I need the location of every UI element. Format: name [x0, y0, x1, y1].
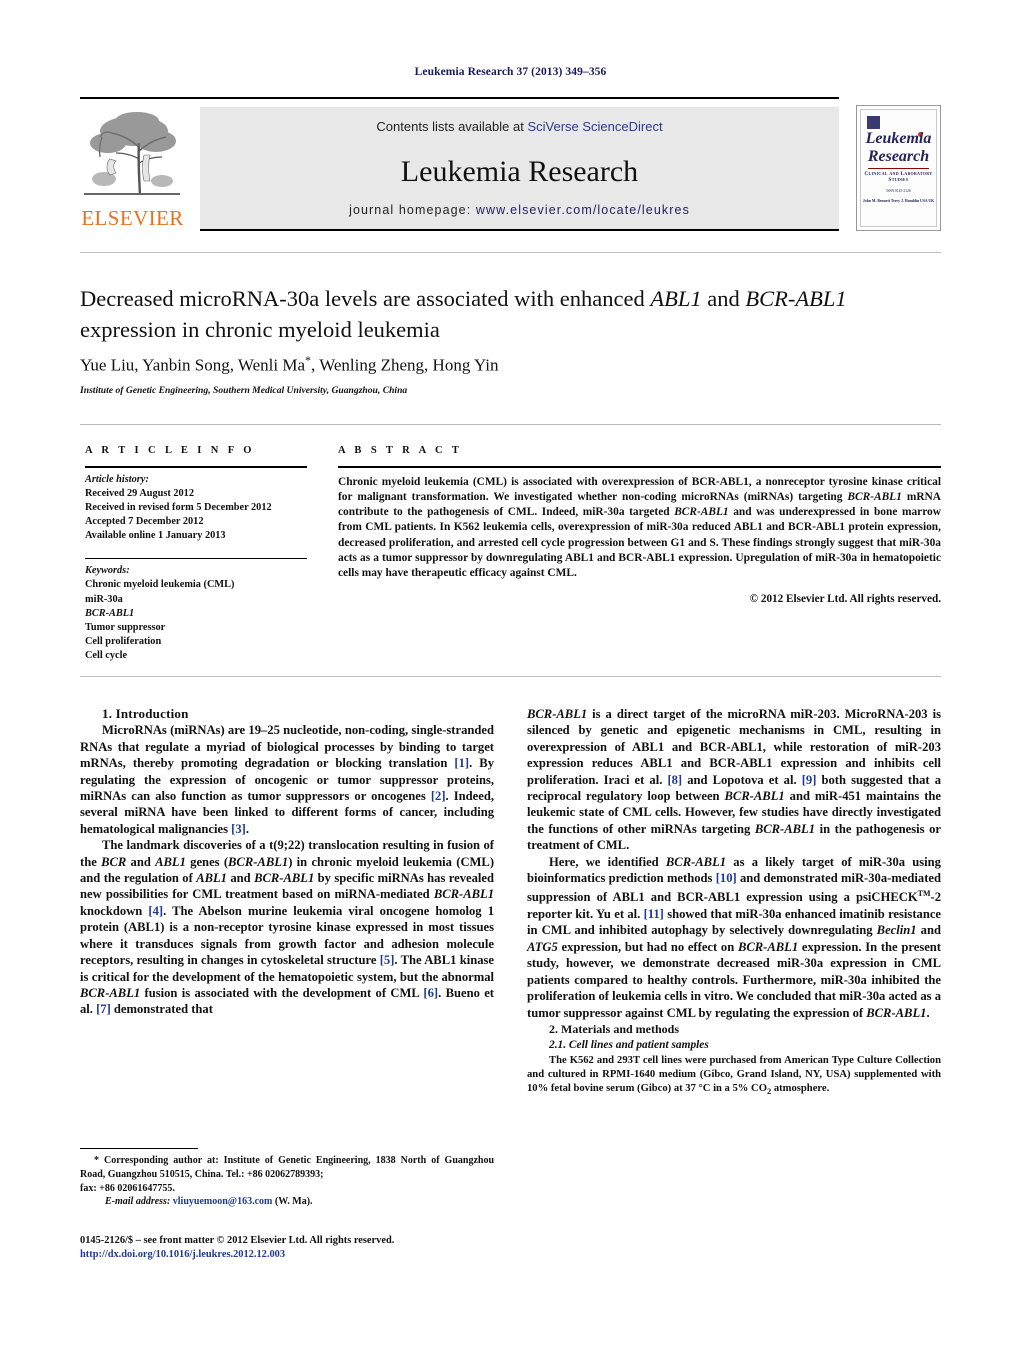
masthead-top-rule	[80, 97, 839, 99]
running-head: Leukemia Research 37 (2013) 349–356	[414, 66, 607, 78]
body-divider	[80, 676, 941, 677]
homepage-url[interactable]: www.elsevier.com/locate/leukres	[476, 203, 690, 217]
cover-inner-frame: Leukemia Research Clinical and Laborator…	[860, 109, 937, 227]
cover-title-line1: Leukemia	[865, 130, 932, 147]
abstract-heading: A B S T R A C T	[338, 445, 463, 456]
info-divider	[80, 424, 941, 425]
keyword-item: Cell proliferation	[85, 636, 162, 648]
keyword-item: BCR-ABL1	[85, 607, 135, 619]
keyword-item: Tumor suppressor	[85, 622, 166, 634]
title-seg-italic-2: BCR-ABL1	[745, 286, 847, 311]
footnote-rule	[80, 1148, 198, 1150]
title-seg-italic-1: ABL1	[650, 286, 702, 311]
history-item: Available online 1 January 2013	[85, 530, 226, 542]
methods-paragraph-1: The K562 and 293T cell lines were purcha…	[527, 1054, 941, 1099]
author-list: Yue Liu, Yanbin Song, Wenli Ma*, Wenling…	[80, 353, 910, 376]
footnote-address-text: * Corresponding author at: Institute of …	[80, 1155, 494, 1180]
elsevier-tree-icon	[84, 112, 180, 196]
sciencedirect-link[interactable]: SciVerse ScienceDirect	[527, 119, 662, 134]
contents-prefix: Contents lists available at	[376, 119, 528, 134]
keyword-item: Cell cycle	[85, 650, 128, 662]
title-seg-1: Decreased microRNA-30a levels are associ…	[80, 286, 651, 311]
history-item: Accepted 7 December 2012	[85, 516, 204, 528]
footnote-fax: fax: +86 02061647755.	[80, 1182, 175, 1194]
article-info-heading: A R T I C L E I N F O	[85, 445, 255, 456]
article-history-block: Article history: Received 29 August 2012…	[85, 468, 313, 544]
email-label: E-mail address:	[105, 1196, 171, 1208]
contents-available-line: Contents lists available at SciVerse Sci…	[200, 119, 839, 134]
title-divider	[80, 252, 941, 253]
journal-cover-thumbnail: Leukemia Research Clinical and Laborator…	[856, 105, 941, 231]
subsection-heading-cell-lines: 2.1. Cell lines and patient samples	[549, 1039, 709, 1052]
affiliation: Institute of Genetic Engineering, Southe…	[80, 385, 408, 396]
corresponding-author-footnote: * Corresponding author at: Institute of …	[80, 1148, 494, 1209]
author-names: Yue Liu, Yanbin Song, Wenli Ma	[80, 355, 305, 375]
email-suffix: (W. Ma).	[272, 1196, 313, 1208]
email-link[interactable]: vliuyuemoon@163.com	[173, 1196, 273, 1207]
history-item: Received 29 August 2012	[85, 487, 194, 499]
masthead-contents-box: Contents lists available at SciVerse Sci…	[200, 107, 839, 231]
keywords-label: Keywords:	[85, 565, 130, 577]
cover-title-line2: Research	[867, 148, 930, 165]
cover-logo-chip	[867, 116, 880, 129]
imprint-block: 0145-2126/$ – see front matter © 2012 El…	[80, 1234, 580, 1262]
page-title: Decreased microRNA-30a levels are associ…	[80, 283, 910, 345]
journal-title: Leukemia Research	[400, 155, 639, 188]
abstract-copyright: © 2012 Elsevier Ltd. All rights reserved…	[749, 592, 941, 605]
article-info-column: Article history: Received 29 August 2012…	[85, 466, 313, 664]
keyword-item: miR-30a	[85, 593, 123, 605]
cover-issn: ISSN 0145-2126	[886, 189, 911, 193]
keywords-block: Keywords: Chronic myeloid leukemia (CML)…	[85, 559, 313, 663]
journal-homepage-line: journal homepage: www.elsevier.com/locat…	[200, 203, 839, 217]
abstract-column: Chronic myeloid leukemia (CML) is associ…	[338, 466, 941, 605]
article-history-label: Article history:	[85, 473, 149, 485]
elsevier-wordmark: ELSEVIER	[81, 206, 184, 230]
intro-paragraph-2: The landmark discoveries of a t(9;22) tr…	[80, 838, 495, 1017]
body-column-right: BCR-ABL1 is a direct target of the micro…	[527, 706, 941, 1098]
author-names-rest: , Wenling Zheng, Hong Yin	[311, 355, 499, 375]
methods-text-b: atmosphere.	[771, 1083, 830, 1095]
right-paragraph-1: BCR-ABL1 is a direct target of the micro…	[527, 707, 942, 853]
right-paragraph-2: Here, we identified BCR-ABL1 as a likely…	[527, 854, 942, 1020]
paper-page: Leukemia Research 37 (2013) 349–356 ELSE…	[0, 0, 1021, 1351]
methods-text-a: The K562 and 293T cell lines were purcha…	[527, 1054, 941, 1095]
abstract-text: Chronic myeloid leukemia (CML) is associ…	[338, 475, 941, 580]
imprint-line: 0145-2126/$ – see front matter © 2012 El…	[80, 1235, 395, 1246]
homepage-label: journal homepage:	[349, 203, 476, 217]
body-column-left: 1. Introduction MicroRNAs (miRNAs) are 1…	[80, 706, 494, 1018]
footnote-address: * Corresponding author at: Institute of …	[80, 1154, 494, 1195]
cover-editors: John M. Bennett Terry J. Hamblin USA UK	[862, 199, 935, 203]
intro-paragraph-1: MicroRNAs (miRNAs) are 19–25 nucleotide,…	[80, 723, 494, 836]
cover-rule	[868, 168, 929, 169]
cover-subtitle: Clinical and Laboratory Studies	[864, 171, 933, 183]
section-heading-introduction: 1. Introduction	[102, 706, 189, 721]
section-heading-materials: 2. Materials and methods	[549, 1021, 679, 1036]
elsevier-logo: ELSEVIER	[80, 107, 185, 229]
footnote-email-line: E-mail address: vliuyuemoon@163.com (W. …	[80, 1195, 494, 1209]
title-seg-2: and	[701, 286, 746, 311]
doi-link[interactable]: http://dx.doi.org/10.1016/j.leukres.2012…	[80, 1248, 580, 1262]
keyword-item: Chronic myeloid leukemia (CML)	[85, 579, 235, 591]
history-item: Received in revised form 5 December 2012	[85, 502, 272, 513]
journal-masthead: ELSEVIER Contents lists available at Sci…	[80, 97, 941, 233]
title-seg-3: expression in chronic myeloid leukemia	[80, 317, 440, 342]
